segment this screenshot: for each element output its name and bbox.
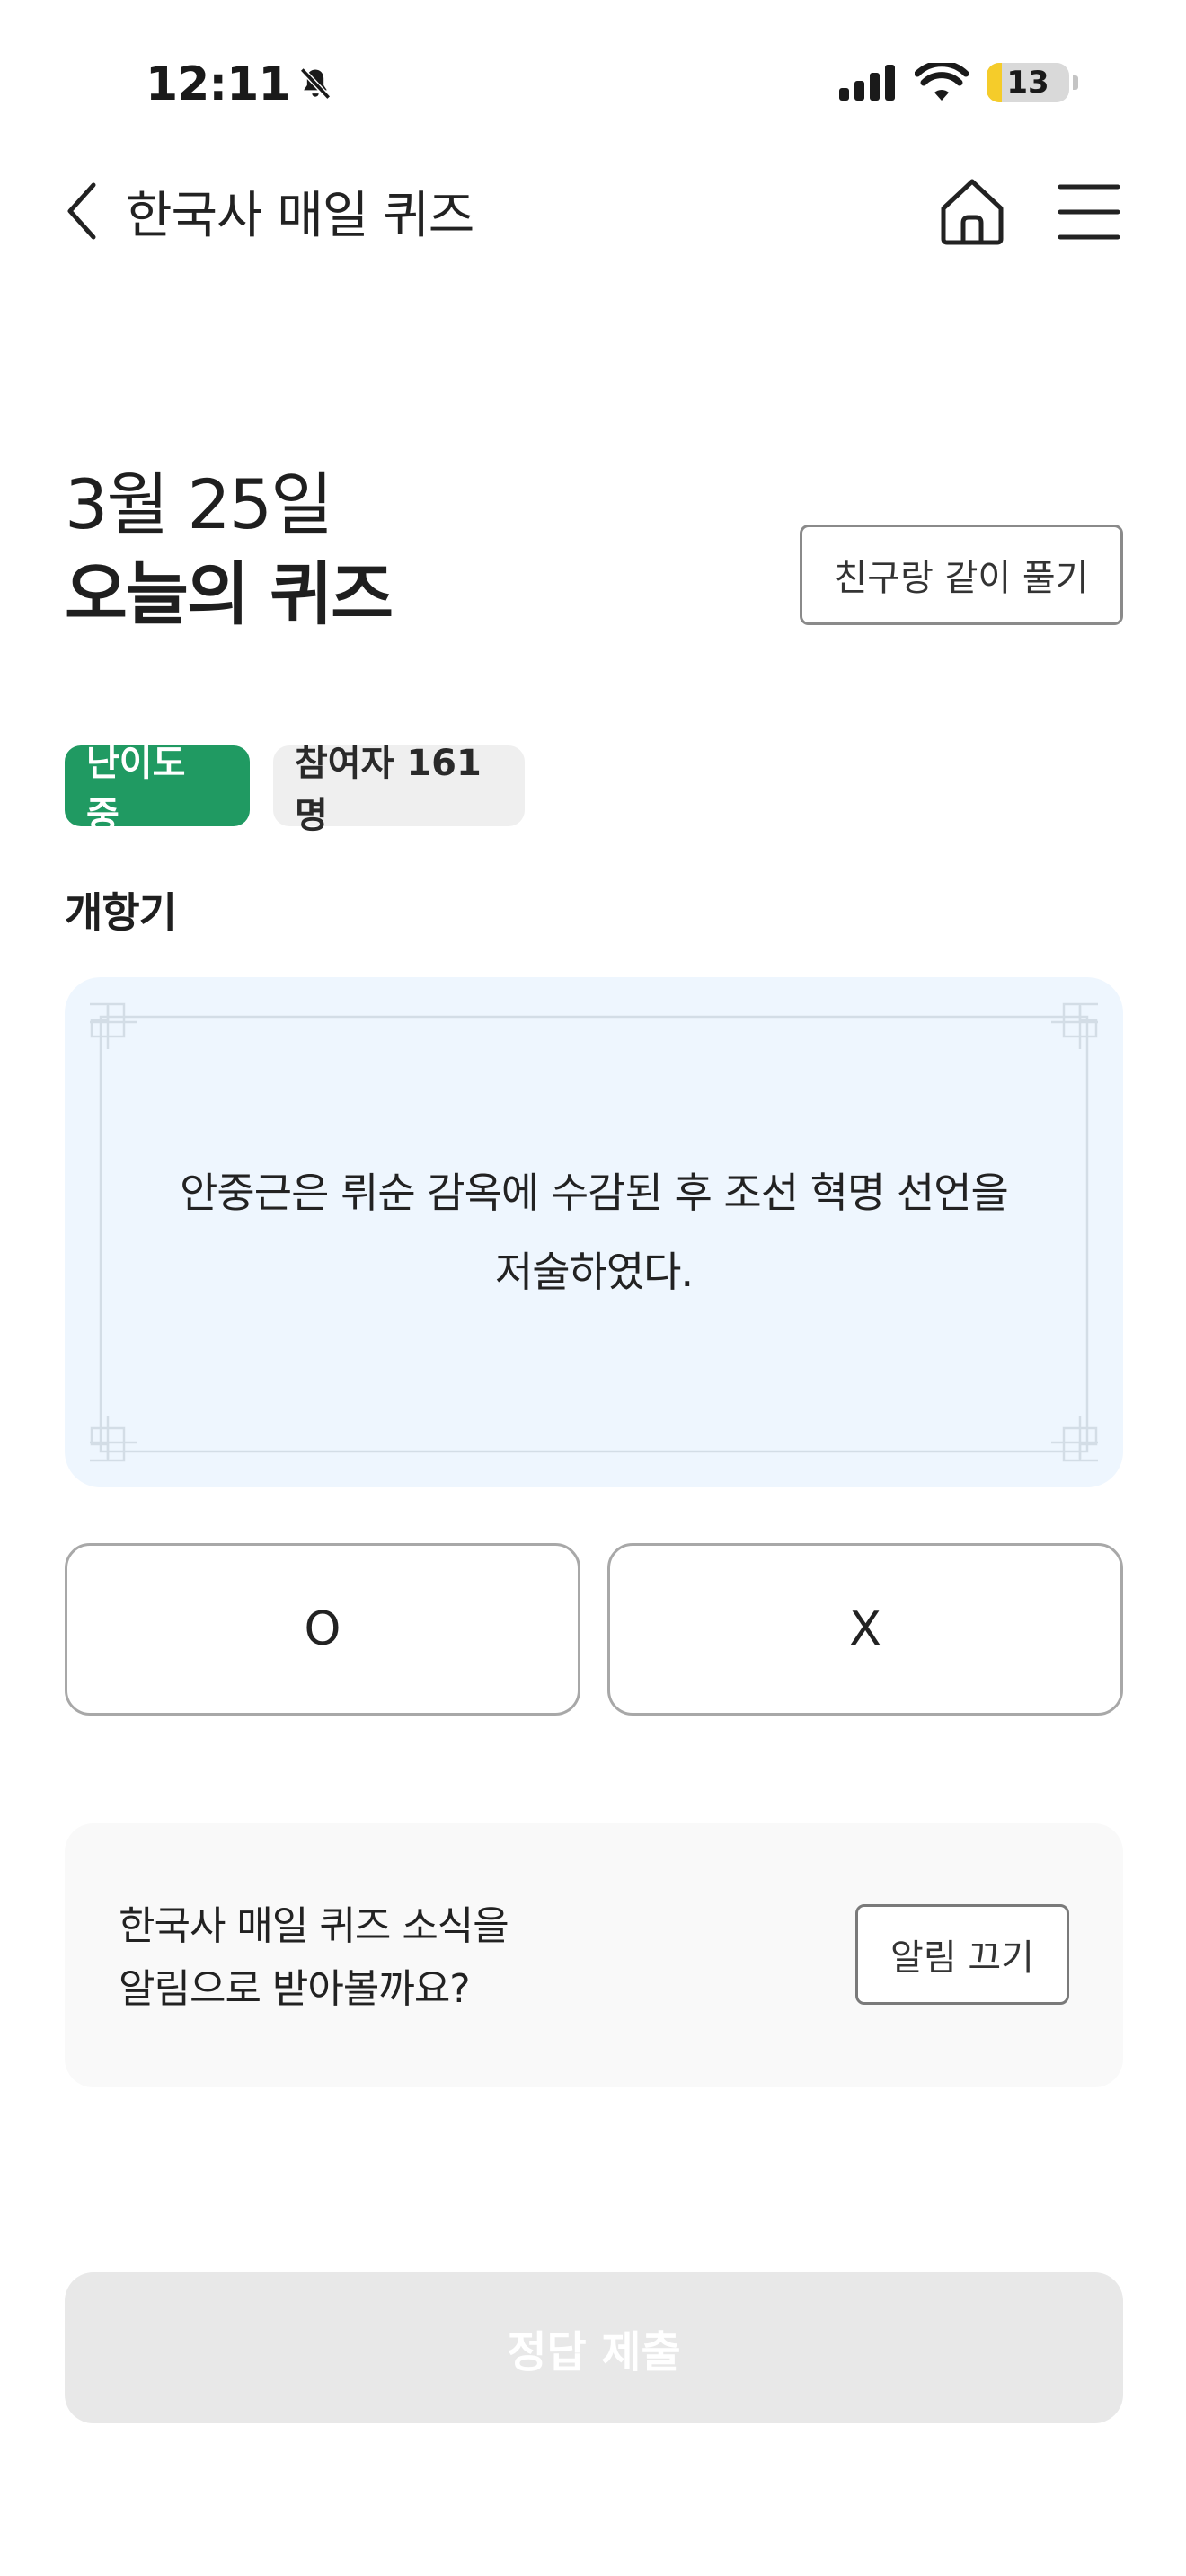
question-text: 안중근은 뤼순 감옥에 수감된 후 조선 혁명 선언을 저술하였다. [173,1153,1015,1311]
chevron-left-icon [67,182,96,240]
notification-line-2: 알림으로 받아볼까요? [119,1966,471,2012]
answer-o-button[interactable]: O [65,1543,580,1716]
signal-icon [839,65,895,101]
battery-level: 13 [1006,65,1049,101]
battery-icon: 13 [987,63,1069,102]
status-time-text: 12:11 [146,57,291,111]
status-bar: 12:11 13 [0,0,1186,171]
wifi-icon [915,63,969,101]
solve-with-friend-button[interactable]: 친구랑 같이 풀기 [800,525,1123,625]
battery-fill [987,63,1002,102]
notification-box: 한국사 매일 퀴즈 소식을 알림으로 받아볼까요? 알림 끄기 [65,1823,1123,2087]
quiz-category: 개항기 [65,888,177,937]
submit-answer-button[interactable]: 정답 제출 [65,2272,1123,2423]
notification-text: 한국사 매일 퀴즈 소식을 알림으로 받아볼까요? [119,1895,509,2021]
status-right: 13 [839,63,1078,102]
page-title: 오늘의 퀴즈 [65,554,394,634]
notification-line-1: 한국사 매일 퀴즈 소식을 [119,1903,509,1949]
question-line-1: 안중근은 뤼순 감옥에 수감된 후 조선 혁명 선언을 [180,1169,1009,1217]
back-button[interactable]: 한국사 매일 퀴즈 [63,171,474,251]
quiz-date: 3월 25일 [65,464,333,544]
menu-icon [1058,184,1120,240]
answer-x-button[interactable]: X [607,1543,1123,1716]
question-line-2: 저술하였다. [494,1248,694,1296]
nav-bar: 한국사 매일 퀴즈 [0,171,1186,305]
home-icon [941,179,1004,245]
question-card: 안중근은 뤼순 감옥에 수감된 후 조선 혁명 선언을 저술하였다. [65,977,1123,1487]
status-time: 12:11 [146,57,335,111]
difficulty-badge: 난이도 중 [65,743,250,836]
battery-nub [1073,75,1078,90]
participants-badge: 참여자 161명 [273,743,525,836]
menu-button[interactable] [1057,180,1121,244]
bell-slash-icon [299,67,331,100]
nav-title: 한국사 매일 퀴즈 [126,186,474,245]
home-button[interactable] [934,172,1010,248]
notification-off-button[interactable]: 알림 끄기 [855,1904,1069,2005]
